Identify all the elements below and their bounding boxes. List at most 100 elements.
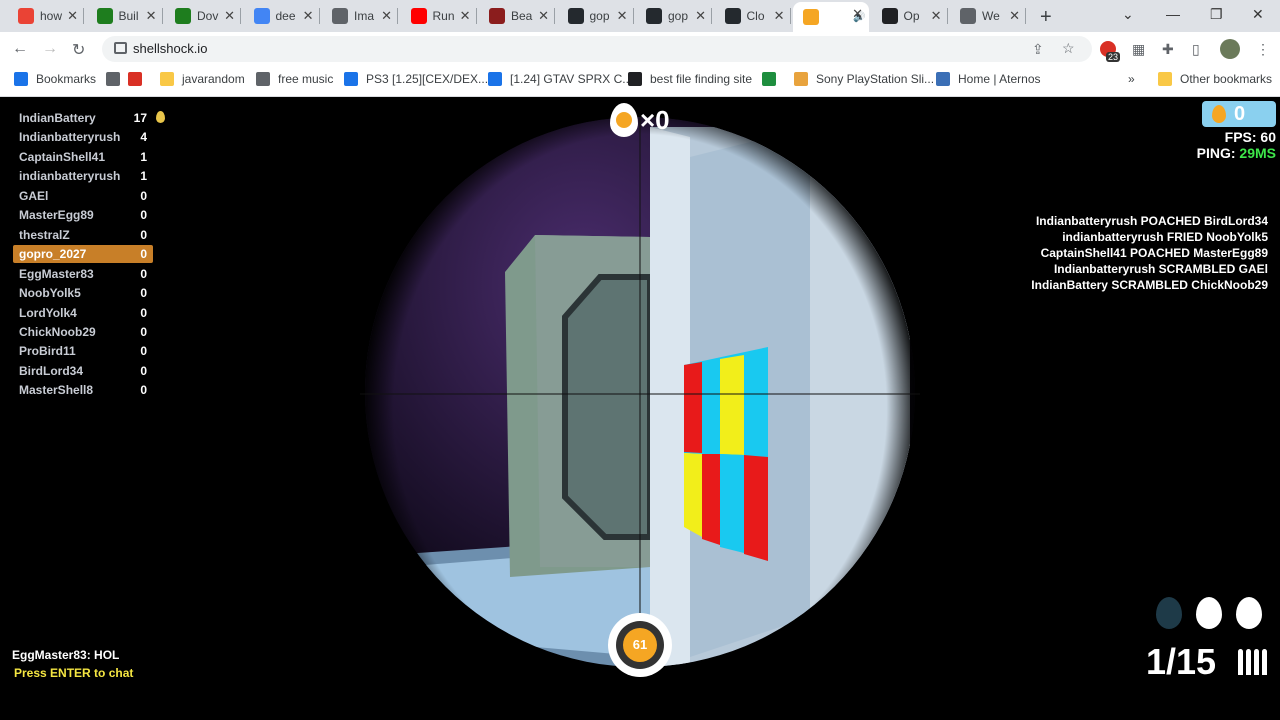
tab-10[interactable]: 🔊 ✕ <box>793 2 869 32</box>
player-score: 0 <box>140 208 147 223</box>
player-score: 0 <box>140 247 147 262</box>
close-tab-icon[interactable]: ✕ <box>146 8 157 24</box>
scoreboard-row: LordYolk4 0 <box>13 304 153 322</box>
tab-7[interactable]: gop ✕ <box>558 4 634 28</box>
puzzle-icon <box>18 8 34 24</box>
chat-hint: Press ENTER to chat <box>14 666 134 680</box>
scoreboard-row: thestralZ 0 <box>13 226 153 244</box>
new-tab-button[interactable]: + <box>1040 6 1052 29</box>
close-tab-icon[interactable]: ✕ <box>460 8 471 24</box>
player-name: GAEl <box>19 188 49 203</box>
grenade-icon <box>1196 597 1222 629</box>
tab-title: Dov <box>197 9 219 23</box>
close-tab-icon[interactable]: ✕ <box>224 8 235 24</box>
bookmark-9[interactable]: Sony PlayStation Sli... <box>794 72 934 86</box>
player-score: 0 <box>140 363 147 378</box>
bookmark-7[interactable]: best file finding site <box>628 72 752 86</box>
bookmark-icon <box>14 72 28 86</box>
other-bookmarks[interactable]: Other bookmarks <box>1158 72 1272 86</box>
tab-search-icon[interactable]: ⌄ <box>1122 6 1134 23</box>
tab-title: Run <box>432 9 455 23</box>
more-bookmarks-icon[interactable]: » <box>1128 72 1135 86</box>
tab-separator <box>946 8 948 24</box>
bookmark-10[interactable]: Home | Aternos <box>936 72 1041 86</box>
close-tab-icon[interactable]: ✕ <box>67 8 78 24</box>
close-tab-icon[interactable]: ✕ <box>381 8 392 24</box>
forward-icon[interactable]: → <box>42 40 58 58</box>
github-icon <box>724 8 741 24</box>
bookmark-5[interactable]: PS3 [1.25][CEX/DEX... <box>344 72 488 86</box>
chat-message: EggMaster83: HOL <box>12 648 120 662</box>
bookmark-label: PS3 [1.25][CEX/DEX... <box>366 72 489 86</box>
close-tab-icon[interactable]: ✕ <box>303 8 314 24</box>
health-value: 61 <box>623 628 657 662</box>
close-window-button[interactable]: ✕ <box>1252 6 1264 23</box>
leader-egg-icon <box>156 111 165 123</box>
close-tab-icon[interactable]: ✕ <box>1009 8 1020 24</box>
color-extension-icon[interactable]: ▦ <box>1132 41 1145 58</box>
ping-label: PING: <box>1196 145 1236 161</box>
bookmark-star-icon[interactable]: ☆ <box>1062 40 1075 57</box>
avatar[interactable] <box>1220 39 1240 59</box>
close-tab-icon[interactable]: ✕ <box>617 8 628 24</box>
side-panel-icon[interactable]: ▯ <box>1192 41 1200 58</box>
health-indicator: 61 <box>608 613 672 677</box>
ammo-counter: 1/15 <box>1146 641 1217 682</box>
bookmark-6[interactable]: [1.24] GTAV SPRX C... <box>488 72 632 86</box>
scoreboard-row: GAEl 0 <box>13 187 153 205</box>
close-tab-icon[interactable]: ✕ <box>931 8 942 24</box>
grenade-icon <box>1156 597 1182 629</box>
maximize-button[interactable]: ❐ <box>1210 6 1223 23</box>
bookmark-1[interactable] <box>106 72 120 86</box>
game-viewport[interactable]: IndianBattery 17 Indianbatteryrush 4 Captain… <box>0 97 1280 720</box>
player-score: 17 <box>133 111 147 125</box>
reload-icon[interactable]: ↻ <box>72 40 85 60</box>
close-tab-icon[interactable]: ✕ <box>538 8 549 24</box>
tab-12[interactable]: We ✕ <box>950 4 1026 28</box>
nvidia-icon <box>96 8 113 24</box>
bookmark-3[interactable]: javarandom <box>160 72 245 86</box>
youtube-icon <box>410 8 427 24</box>
tab-3[interactable]: dee ✕ <box>244 4 320 28</box>
url-text[interactable]: shellshock.io <box>133 41 207 56</box>
tab-9[interactable]: Clo ✕ <box>715 4 791 28</box>
bookmark-label: best file finding site <box>650 72 753 86</box>
minimize-button[interactable]: — <box>1166 6 1180 22</box>
close-tab-icon[interactable]: ✕ <box>852 6 863 22</box>
menu-icon[interactable]: ⋮ <box>1256 41 1270 58</box>
tab-0[interactable]: how ✕ <box>8 4 84 28</box>
scoreboard-row: IndianBattery 17 <box>13 109 153 127</box>
extensions-puzzle-icon[interactable]: ✚ <box>1162 41 1174 58</box>
bookmark-0[interactable]: Bookmarks <box>14 72 96 86</box>
tab-separator <box>397 8 398 24</box>
scoreboard-row: MasterEgg89 0 <box>13 206 153 224</box>
player-score: 0 <box>140 324 147 339</box>
tab-4[interactable]: Ima ✕ <box>322 4 398 28</box>
bookmarks-bar: Bookmarks javarandom free music PS3 [1.25][… <box>0 66 1280 97</box>
bookmark-2[interactable] <box>128 72 142 86</box>
tab-1[interactable]: Buil ✕ <box>87 4 163 28</box>
close-tab-icon[interactable]: ✕ <box>695 8 706 24</box>
bookmark-label: Sony PlayStation Sli... <box>816 72 935 86</box>
player-score: 0 <box>140 266 147 281</box>
tab-separator <box>161 8 163 24</box>
player-name: CaptainShell41 <box>19 149 106 164</box>
share-icon[interactable]: ⇪ <box>1032 41 1044 58</box>
back-icon[interactable]: ← <box>12 40 28 58</box>
scoreboard-row: ProBird11 0 <box>13 342 153 360</box>
bookmark-4[interactable]: free music <box>256 72 333 86</box>
address-bar[interactable]: shellshock.io ⇪ ☆ <box>102 36 1092 62</box>
bookmark-label: [1.24] GTAV SPRX C... <box>510 72 633 86</box>
bookmark-icon <box>160 72 174 86</box>
bullet-icon <box>1238 649 1243 675</box>
tab-6[interactable]: Bea ✕ <box>479 4 555 28</box>
bookmark-8[interactable] <box>762 72 776 86</box>
tab-5[interactable]: Run ✕ <box>401 4 477 28</box>
tab-11[interactable]: Op ✕ <box>872 4 948 28</box>
player-score: 0 <box>140 344 147 359</box>
tab-8[interactable]: gop ✕ <box>636 4 712 28</box>
shellshock-icon <box>803 9 819 25</box>
killfeed-entry: Indianbatteryrush POACHED BirdLord34 <box>1035 214 1268 228</box>
tab-2[interactable]: Dov ✕ <box>165 4 241 28</box>
close-tab-icon[interactable]: ✕ <box>774 8 785 24</box>
